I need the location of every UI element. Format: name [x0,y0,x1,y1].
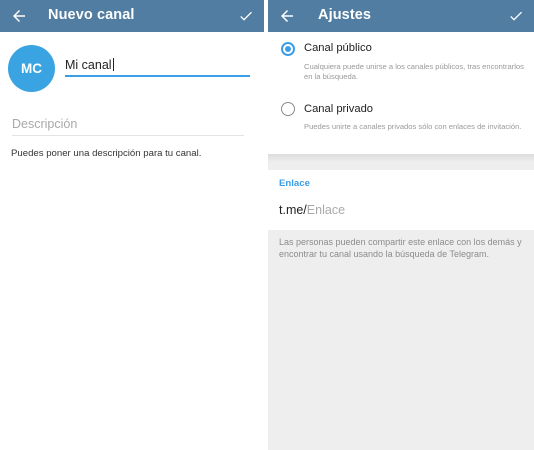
option-description: Puedes unirte a canales privados sólo co… [304,122,522,131]
link-prefix: t.me/ [279,203,307,217]
channel-type-options: Canal público Cualquiera puede unirse a … [268,32,534,154]
link-placeholder: Enlace [306,203,346,217]
back-arrow-icon[interactable] [278,7,296,25]
text-caret [112,58,114,71]
radio-selected-icon[interactable] [281,42,295,56]
back-arrow-icon[interactable] [10,7,28,25]
page-title: Ajustes [318,7,372,23]
description-help-text: Puedes poner una descripción para tu can… [11,148,202,159]
link-help-text: Las personas pueden compartir este enlac… [279,237,522,259]
link-section-label: Enlace [279,178,310,189]
new-channel-appbar: Nuevo canal [0,0,264,32]
section-shadow [268,154,534,162]
settings-appbar: Ajustes [268,0,534,32]
channel-name-underline [65,75,250,77]
link-section: Enlace t.me/Enlace [268,170,534,230]
settings-screen: Ajustes Canal público Cualquiera puede u… [268,0,534,450]
new-channel-screen: Nuevo canal MC Mi canal Descripción Pued… [0,0,264,450]
description-underline [12,135,244,136]
page-title: Nuevo canal [48,7,135,23]
channel-name-value: Mi canal [65,58,112,72]
description-input[interactable]: Descripción [12,117,244,131]
option-description: Cualquiera puede unirse a los canales pú… [304,62,524,81]
radio-unselected-icon[interactable] [281,102,295,116]
channel-avatar[interactable]: MC [8,45,55,92]
check-icon[interactable] [508,8,524,24]
avatar-initials: MC [21,61,42,76]
check-icon[interactable] [238,8,254,24]
option-title: Canal público [304,42,372,54]
link-input[interactable]: t.me/Enlace [279,203,345,217]
option-title: Canal privado [304,103,374,115]
